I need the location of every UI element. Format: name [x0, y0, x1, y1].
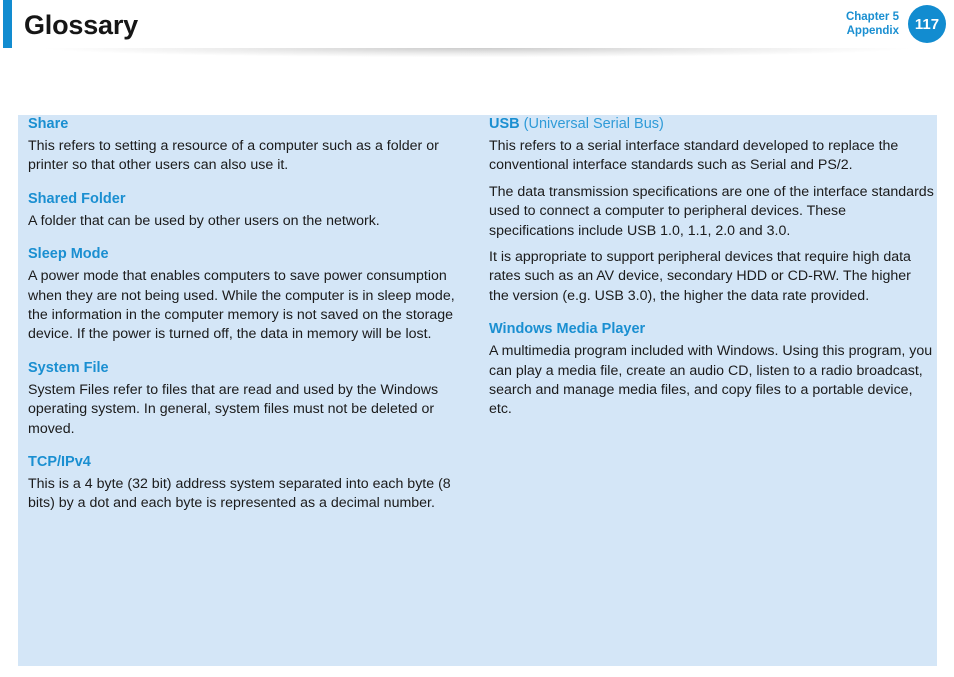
glossary-term-text: Sleep Mode: [28, 246, 109, 263]
glossary-term-expansion: (Universal Serial Bus): [519, 116, 664, 132]
glossary-definition: The data transmission specifications are…: [489, 183, 934, 239]
glossary-term: TCP/IPv4: [28, 453, 478, 472]
glossary-entry: Share This refers to setting a resource o…: [28, 115, 478, 176]
chapter-section: Appendix: [846, 25, 899, 37]
glossary-entry: System File System Files refer to files t…: [28, 359, 478, 439]
glossary-entry: Sleep Mode A power mode that enables comp…: [28, 245, 478, 345]
glossary-term: USB (Universal Serial Bus): [489, 115, 934, 134]
glossary-term-text: TCP/IPv4: [28, 454, 91, 471]
glossary-definition: System Files refer to files that are rea…: [28, 381, 439, 437]
page-header: Glossary Chapter 5 Appendix 117: [0, 0, 954, 48]
glossary-term-text: Windows Media Player: [489, 321, 646, 338]
page-title: Glossary: [24, 10, 138, 40]
glossary-term-text: USB: [489, 116, 520, 132]
page-number-badge: 117: [908, 5, 946, 43]
glossary-term: Sleep Mode: [28, 245, 478, 264]
glossary-term-text: Shared Folder: [28, 190, 126, 207]
glossary-columns: Share This refers to setting a resource o…: [18, 115, 937, 666]
glossary-term: Share: [28, 115, 478, 134]
glossary-term: Shared Folder: [28, 190, 478, 209]
glossary-entry: Windows Media Player A multimedia program…: [489, 320, 934, 420]
glossary-definition: A multimedia program included with Windo…: [489, 343, 933, 418]
glossary-definition: This refers to setting a resource of a c…: [28, 138, 439, 174]
glossary-column-right: USB (Universal Serial Bus) This refers to…: [489, 115, 934, 420]
glossary-panel: Share This refers to setting a resource o…: [18, 115, 937, 666]
glossary-definition: A folder that can be used by other users…: [28, 212, 380, 229]
glossary-column-left: Share This refers to setting a resource o…: [28, 115, 478, 514]
glossary-definition: A power mode that enables computers to s…: [28, 268, 455, 343]
header-divider-shadow: [12, 48, 942, 60]
glossary-entry: USB (Universal Serial Bus) This refers to…: [489, 115, 934, 306]
glossary-entry: Shared Folder A folder that can be used b…: [28, 190, 478, 231]
glossary-definition: This is a 4 byte (32 bit) address system…: [28, 476, 451, 512]
chapter-label: Chapter 5 Appendix: [846, 10, 899, 38]
glossary-entry: TCP/IPv4 This is a 4 byte (32 bit) addres…: [28, 453, 478, 514]
glossary-definition: This refers to a serial interface standa…: [489, 138, 899, 174]
glossary-term: Windows Media Player: [489, 320, 934, 339]
glossary-term-text: Share: [28, 116, 69, 132]
glossary-term: System File: [28, 359, 478, 378]
glossary-definition: It is appropriate to support peripheral …: [489, 249, 911, 304]
glossary-term-text: System File: [28, 359, 109, 376]
chapter-number: Chapter 5: [845, 11, 899, 23]
header-accent-bar: [3, 0, 12, 48]
header-chapter-group: Chapter 5 Appendix 117: [846, 0, 946, 48]
